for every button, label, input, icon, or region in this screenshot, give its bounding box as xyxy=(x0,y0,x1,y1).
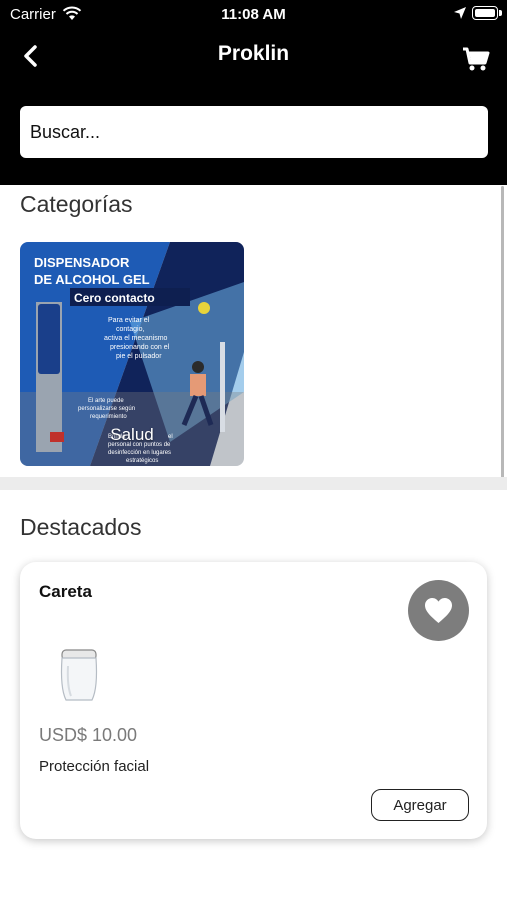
app-screen: Carrier 11:08 AM Proklin Buscar... Categ… xyxy=(0,0,507,900)
poster-text-3: activa el mecanismo xyxy=(104,335,168,342)
heart-icon xyxy=(425,598,452,623)
poster-text-4: presionando con el xyxy=(110,344,170,351)
page-title: Proklin xyxy=(217,42,290,65)
search-input[interactable] xyxy=(20,106,488,158)
poster-bottom-4: desinfección en lugares xyxy=(108,450,171,456)
header-bar: Carrier 11:08 AM Proklin xyxy=(0,0,507,185)
poster-note-2: personalizarse según xyxy=(78,406,135,412)
poster-bottom-5: estratégicos xyxy=(126,458,158,464)
product-name: Careta xyxy=(39,582,92,601)
add-to-cart-button[interactable]: Agregar xyxy=(371,789,469,821)
poster-note-1: El arte puede xyxy=(88,398,124,404)
shopping-cart-icon[interactable] xyxy=(462,46,490,72)
favorite-button[interactable] xyxy=(408,580,469,641)
product-description: Protección facial xyxy=(39,758,150,775)
nav-bar: Proklin xyxy=(0,30,507,85)
section-divider xyxy=(0,477,507,490)
product-price: USD$ 10.00 xyxy=(39,725,138,745)
poster-text-1: Para evitar el xyxy=(108,317,150,324)
status-time: 11:08 AM xyxy=(221,6,286,23)
status-bar: Carrier 11:08 AM xyxy=(0,0,507,28)
poster-text-5: pie el pulsador xyxy=(116,353,162,360)
face-shield-image xyxy=(60,649,98,701)
poster-text-2: contagio, xyxy=(116,326,144,333)
battery-icon xyxy=(472,6,502,20)
category-card-salud[interactable]: DISPENSADOR DE ALCOHOL GEL Cero contacto… xyxy=(20,242,244,466)
poster-note-3: requerimiento xyxy=(90,414,127,420)
categories-title: Categorías xyxy=(20,191,133,217)
poster-headline-2: DE ALCOHOL GEL xyxy=(34,272,150,287)
product-card[interactable]: Careta USD$ 10.00 Protección facial Agre… xyxy=(20,562,487,839)
category-label: Salud xyxy=(110,425,154,444)
poster-headline-1: DISPENSADOR xyxy=(34,255,130,270)
poster-banner: Cero contacto xyxy=(74,291,155,305)
location-arrow-icon xyxy=(454,7,466,19)
scrollbar[interactable] xyxy=(501,186,504,486)
featured-title: Destacados xyxy=(20,514,142,540)
